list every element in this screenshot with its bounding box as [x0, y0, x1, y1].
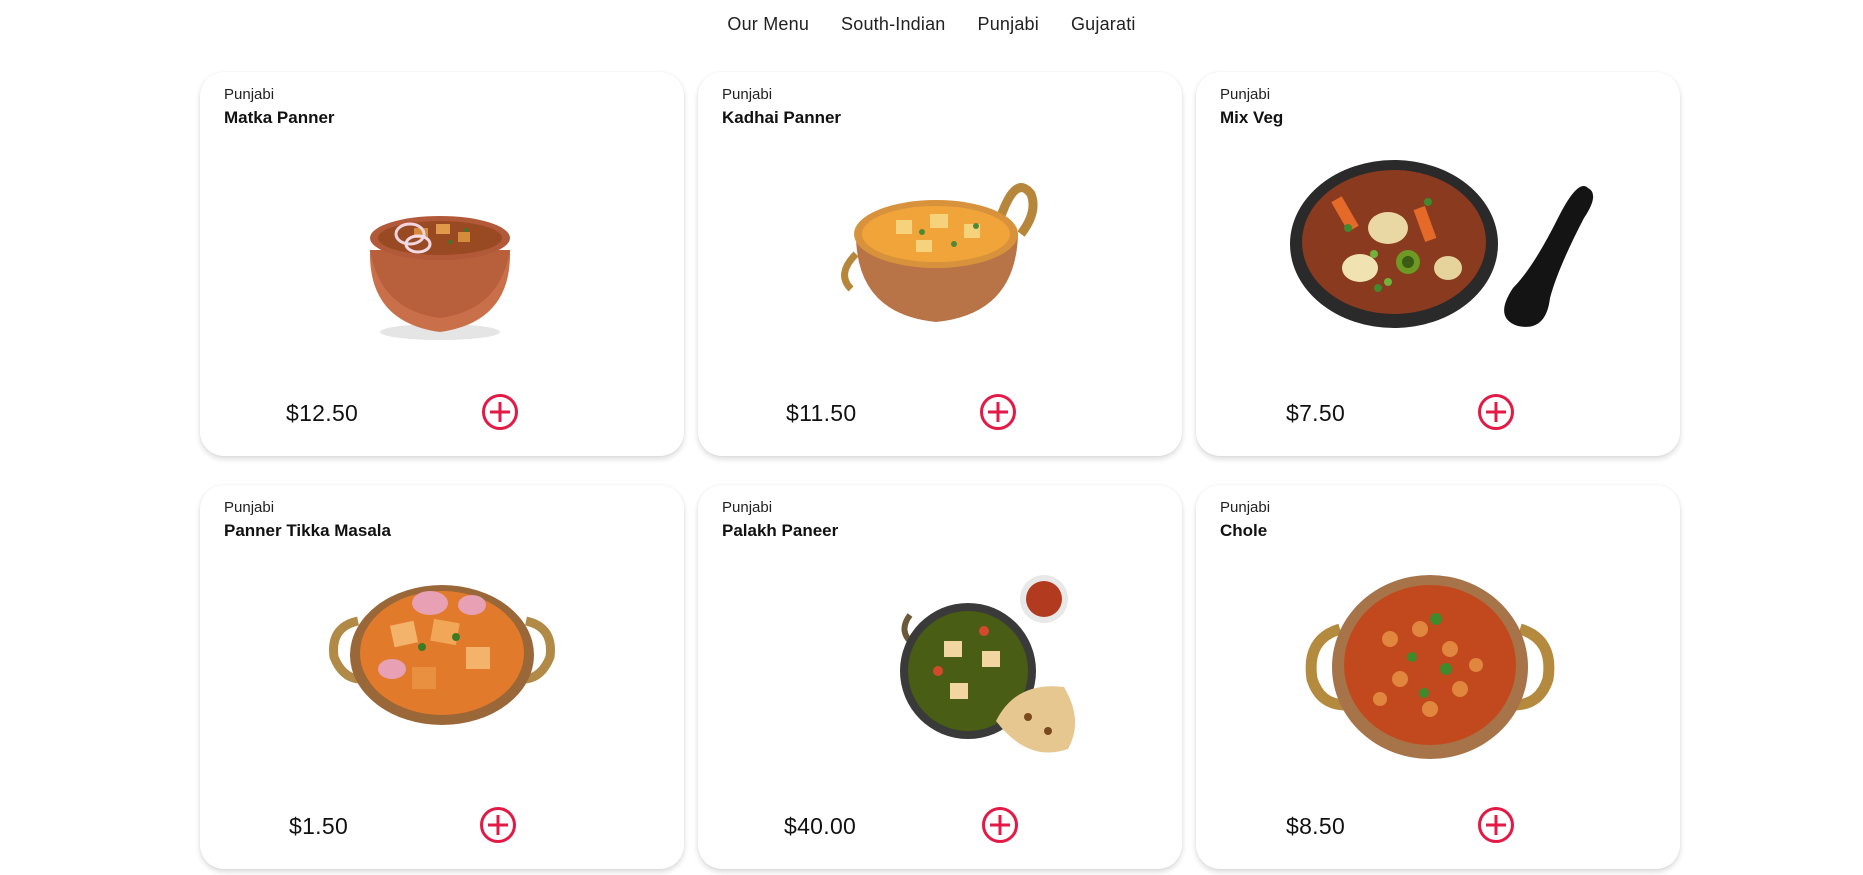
palak-paneer-image [900, 575, 1076, 753]
dish-price: $40.00 [784, 813, 857, 839]
add-to-cart-button[interactable] [980, 394, 1016, 430]
dish-category: Punjabi [722, 86, 773, 103]
dish-price: $8.50 [1286, 813, 1346, 839]
dish-price: $12.50 [286, 400, 359, 426]
dish-price: $11.50 [786, 400, 857, 426]
mix-veg-image [1290, 160, 1594, 328]
dish-category: Punjabi [224, 86, 275, 103]
add-to-cart-button[interactable] [480, 807, 516, 843]
add-to-cart-button[interactable] [982, 807, 1018, 843]
dish-category: Punjabi [1220, 86, 1271, 103]
add-to-cart-button[interactable] [482, 394, 518, 430]
dish-name: Mix Veg [1220, 108, 1284, 127]
menu-card-chole: Punjabi Chole $8.50 [1196, 485, 1680, 869]
dish-category: Punjabi [1220, 499, 1271, 516]
dish-name: Chole [1220, 521, 1268, 540]
menu-card-palakh-paneer: Punjabi Palakh Paneer $40.00 [698, 485, 1182, 869]
menu-card-kadhai-panner: Punjabi Kadhai Panner $11.50 [698, 72, 1182, 456]
menu-card-panner-tikka-masala: Punjabi Panner Tikka Masala $1.50 [200, 485, 684, 869]
menu-card-mix-veg: Punjabi Mix Veg $7.50 [1196, 72, 1680, 456]
chole-image [1305, 575, 1555, 759]
nav-punjabi[interactable]: Punjabi [978, 14, 1039, 35]
matka-paneer-image [369, 216, 511, 340]
dish-name: Palakh Paneer [722, 521, 839, 540]
nav-our-menu[interactable]: Our Menu [727, 14, 809, 35]
paneer-tikka-masala-image [329, 585, 555, 725]
dish-price: $7.50 [1286, 400, 1346, 426]
top-nav: Our Menu South-Indian Punjabi Gujarati [0, 14, 1863, 35]
add-to-cart-button[interactable] [1478, 394, 1514, 430]
dish-price: $1.50 [289, 813, 349, 839]
add-to-cart-button[interactable] [1478, 807, 1514, 843]
dish-category: Punjabi [224, 499, 275, 516]
kadhai-paneer-image [841, 183, 1038, 322]
nav-gujarati[interactable]: Gujarati [1071, 14, 1136, 35]
dish-category: Punjabi [722, 499, 773, 516]
dish-name: Panner Tikka Masala [224, 521, 391, 540]
dish-name: Kadhai Panner [722, 108, 842, 127]
menu-card-matka-panner: Punjabi Matka Panner $12.50 [200, 72, 684, 456]
nav-south-indian[interactable]: South-Indian [841, 14, 945, 35]
dish-name: Matka Panner [224, 108, 335, 127]
